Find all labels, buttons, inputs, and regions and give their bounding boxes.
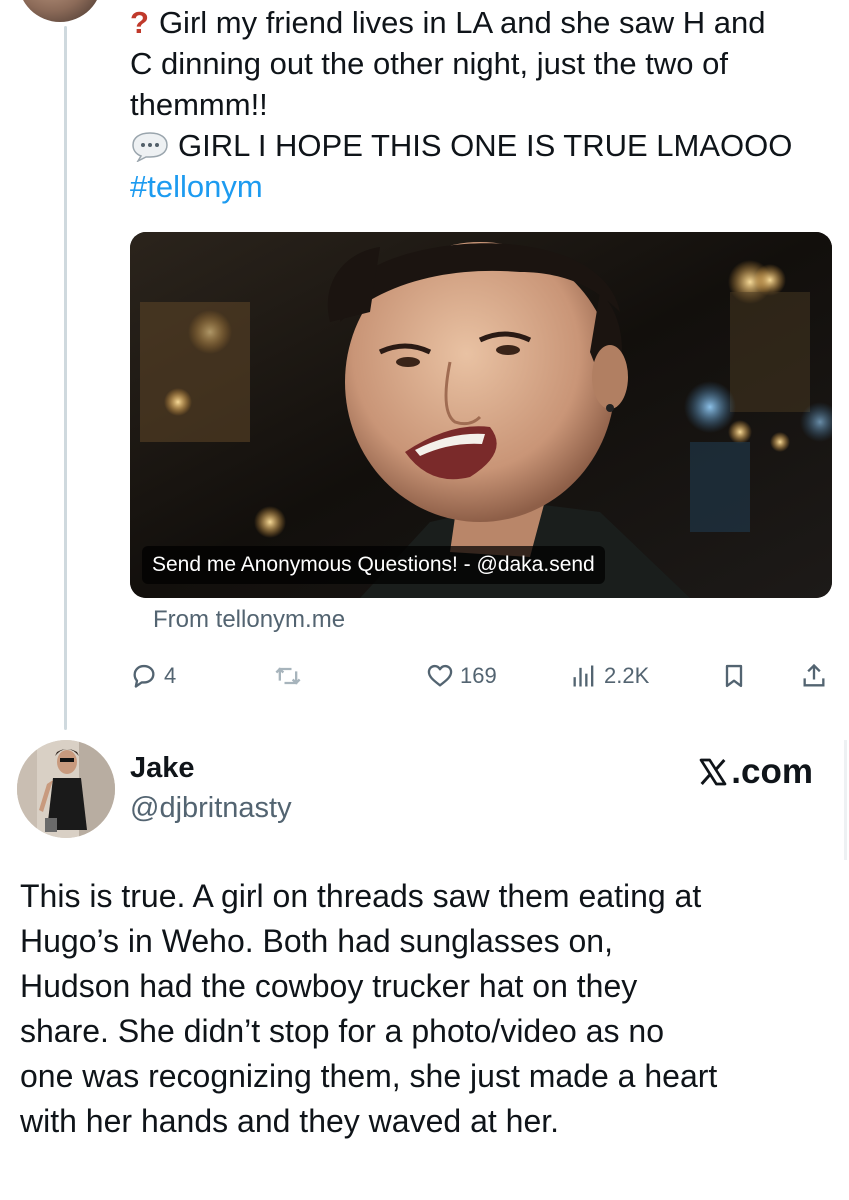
- second-tweet-body: This is true. A girl on threads saw them…: [20, 874, 835, 1144]
- speech-bubble-icon: [132, 132, 168, 162]
- views-count: 2.2K: [604, 663, 650, 688]
- first-tweet-text: ? Girl my friend lives in LA and she saw …: [130, 2, 830, 207]
- share-icon: [803, 663, 825, 687]
- author-handle[interactable]: @djbritnasty: [130, 792, 292, 825]
- source-link[interactable]: From tellonym.me: [153, 606, 345, 634]
- body-line-6: with her hands and they waved at her.: [20, 1103, 560, 1139]
- question-line-1: ? Girl my friend lives in LA and she saw …: [130, 2, 830, 43]
- views-button[interactable]: 2.2K: [570, 656, 649, 696]
- heart-icon: [427, 664, 453, 687]
- site-badge: .com: [697, 752, 813, 792]
- answer-text: GIRL I HOPE THIS ONE IS TRUE LMAOOO: [178, 128, 793, 163]
- question-text-1: Girl my friend lives in LA and she saw H…: [158, 5, 766, 40]
- media-card[interactable]: Send me Anonymous Questions! - @daka.sen…: [130, 232, 832, 598]
- bookmark-icon: [725, 664, 743, 688]
- site-label: .com: [731, 752, 813, 791]
- hashtag-link[interactable]: #tellonym: [130, 166, 830, 207]
- body-line-2: Hugo’s in Weho. Both had sunglasses on,: [20, 923, 613, 959]
- like-button[interactable]: 169: [426, 656, 497, 696]
- author-name[interactable]: Jake: [130, 752, 195, 785]
- views-icon: [573, 665, 594, 687]
- edge-divider: [844, 740, 847, 860]
- body-line-1: This is true. A girl on threads saw them…: [20, 878, 702, 914]
- reply-count: 4: [164, 663, 177, 688]
- question-mark-icon: ?: [130, 5, 149, 40]
- reply-button[interactable]: 4: [130, 656, 176, 696]
- like-count: 169: [460, 663, 497, 688]
- tweet-action-bar: 4 169 2.2K: [130, 656, 832, 696]
- thread-connector-line: [64, 26, 67, 730]
- body-line-3: Hudson had the cowboy trucker hat on the…: [20, 968, 638, 1004]
- bookmark-button[interactable]: [720, 656, 748, 696]
- avatar-image: [17, 740, 115, 838]
- media-caption: Send me Anonymous Questions! - @daka.sen…: [142, 546, 605, 584]
- question-text-2: C dinning out the other night, just the …: [130, 46, 728, 81]
- answer-line: GIRL I HOPE THIS ONE IS TRUE LMAOOO: [130, 125, 830, 166]
- share-button[interactable]: [800, 656, 828, 696]
- question-text-3: themmm!!: [130, 87, 268, 122]
- body-line-5: one was recognizing them, she just made …: [20, 1058, 718, 1094]
- x-logo-icon: [699, 758, 727, 786]
- photo-image: [130, 232, 832, 598]
- retweet-icon: [275, 667, 301, 685]
- jake-avatar[interactable]: [17, 740, 115, 838]
- reply-icon: [133, 664, 155, 688]
- body-line-4: share. She didn’t stop for a photo/video…: [20, 1013, 664, 1049]
- retweet-button[interactable]: [274, 656, 308, 696]
- previous-author-avatar[interactable]: [18, 0, 102, 22]
